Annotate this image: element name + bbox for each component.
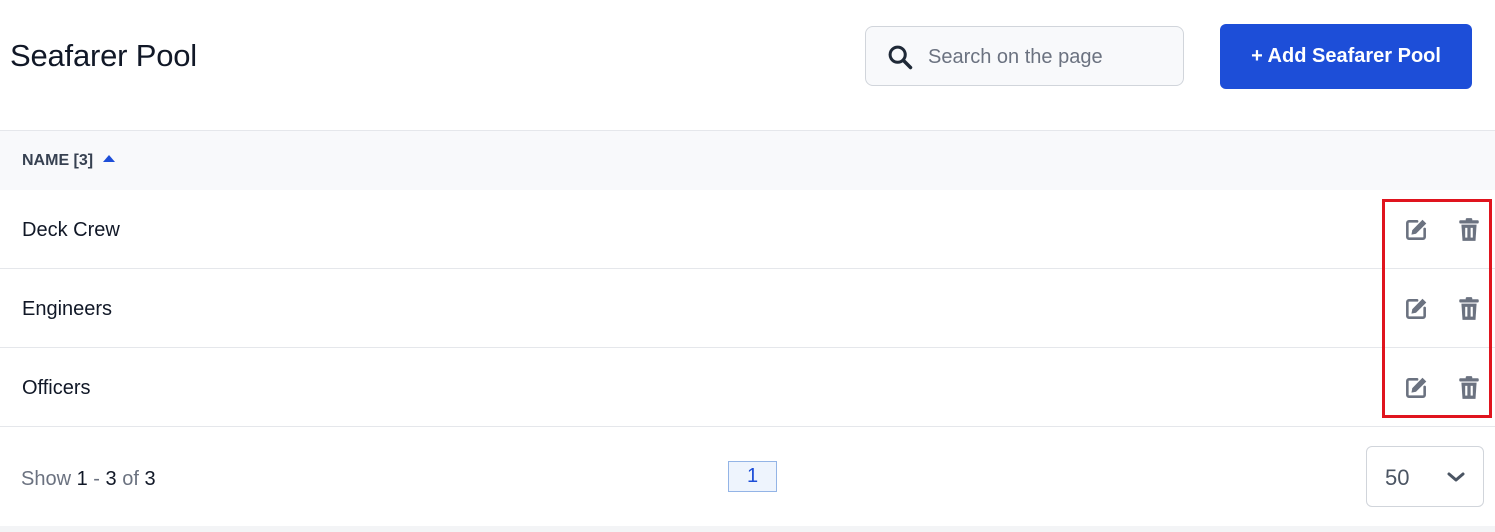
of-label: of bbox=[122, 468, 139, 490]
page-button-current[interactable]: 1 bbox=[728, 461, 777, 492]
show-label: Show bbox=[21, 468, 72, 490]
trash-icon[interactable] bbox=[1457, 296, 1481, 322]
search-icon bbox=[888, 45, 913, 70]
edit-icon[interactable] bbox=[1403, 296, 1429, 322]
table-header: NAME [3] bbox=[0, 130, 1495, 190]
total-count: 3 bbox=[144, 468, 156, 490]
search-box[interactable] bbox=[865, 26, 1184, 86]
row-name: Deck Crew bbox=[22, 219, 120, 241]
search-input[interactable] bbox=[926, 39, 1170, 75]
range-start: 1 bbox=[76, 468, 88, 490]
per-page-value: 50 bbox=[1385, 465, 1410, 490]
bottom-strip bbox=[0, 526, 1495, 532]
trash-icon[interactable] bbox=[1457, 375, 1481, 401]
range-end: 3 bbox=[105, 468, 117, 490]
seafarer-pool-table: NAME [3] Deck Crew Engineers Officers bbox=[0, 130, 1495, 427]
range-separator: - bbox=[93, 468, 100, 490]
sort-ascending-icon[interactable] bbox=[103, 155, 116, 162]
table-row: Engineers bbox=[0, 269, 1495, 348]
edit-icon[interactable] bbox=[1403, 217, 1429, 243]
table-footer: Show 1 - 3 of 3 1 50 bbox=[0, 428, 1495, 526]
row-name: Officers bbox=[22, 377, 91, 399]
page-title: Seafarer Pool bbox=[10, 38, 197, 73]
per-page-select[interactable]: 50 bbox=[1366, 446, 1484, 507]
edit-icon[interactable] bbox=[1403, 375, 1429, 401]
add-seafarer-pool-button[interactable]: + Add Seafarer Pool bbox=[1220, 24, 1472, 89]
row-name: Engineers bbox=[22, 298, 113, 320]
trash-icon[interactable] bbox=[1457, 217, 1481, 243]
column-header-name[interactable]: NAME [3] bbox=[22, 152, 116, 170]
page-header: Seafarer Pool + Add Seafarer Pool bbox=[0, 0, 1495, 130]
table-row: Deck Crew bbox=[0, 190, 1495, 269]
chevron-down-icon bbox=[1447, 472, 1465, 482]
column-header-label: NAME [3] bbox=[22, 152, 94, 169]
table-row: Officers bbox=[0, 348, 1495, 427]
pagination-summary: Show 1 - 3 of 3 bbox=[21, 468, 156, 491]
